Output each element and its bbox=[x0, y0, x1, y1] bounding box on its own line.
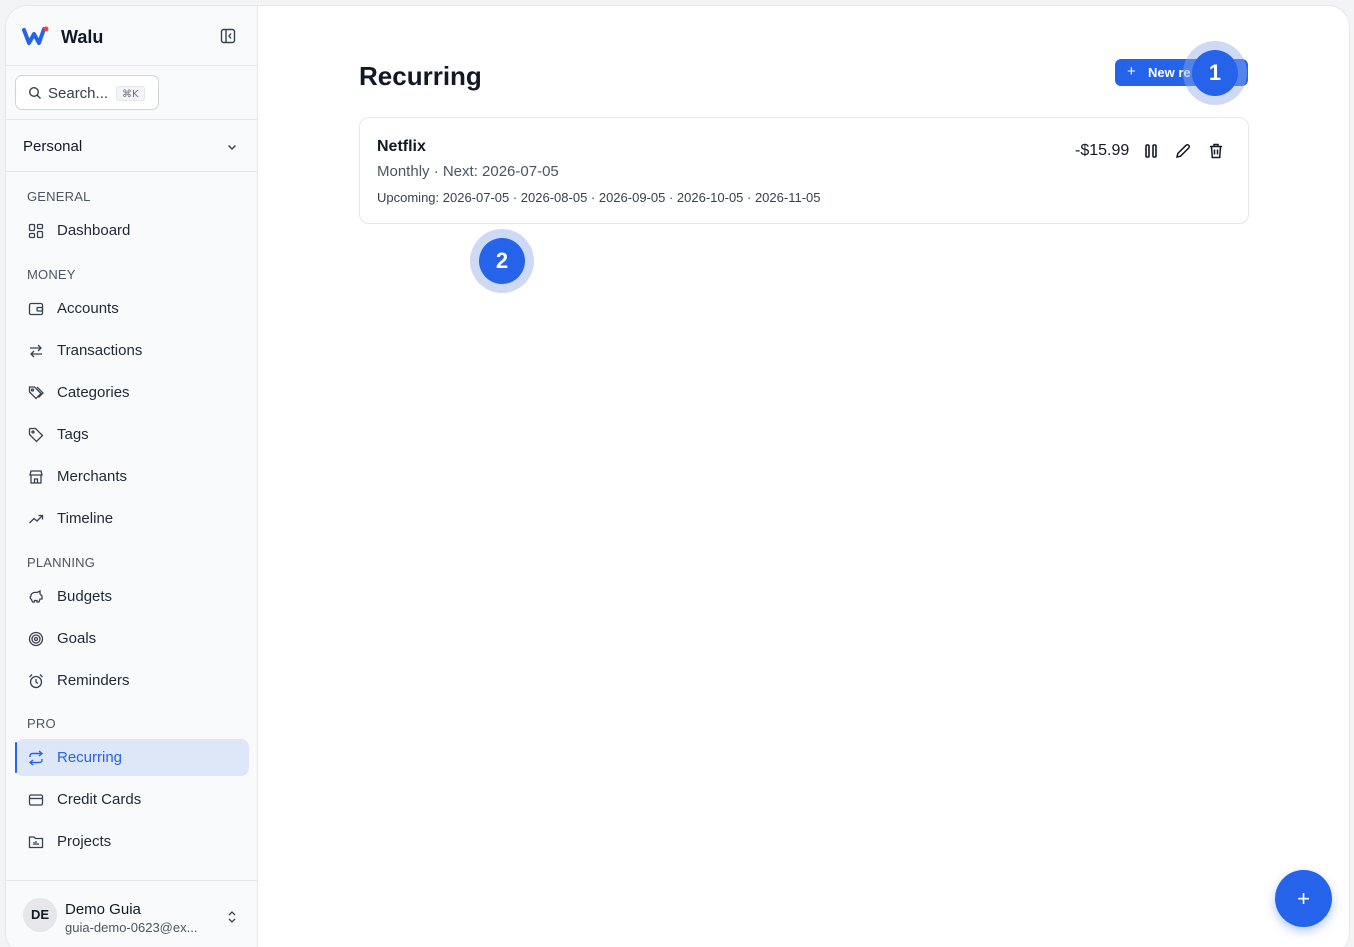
sidebar-item-label: Projects bbox=[57, 833, 112, 850]
alarm-clock-icon bbox=[28, 673, 44, 689]
section-pro: PRO bbox=[27, 716, 56, 731]
sidebar-item-label: Tags bbox=[57, 426, 89, 443]
brand-header: Walu bbox=[6, 6, 258, 66]
search-icon bbox=[28, 86, 42, 100]
step-marker-1: 1 bbox=[1192, 50, 1238, 96]
chevron-down-icon bbox=[226, 141, 238, 153]
tag-icon bbox=[28, 427, 44, 443]
trash-icon[interactable] bbox=[1207, 142, 1225, 160]
tags-icon bbox=[28, 385, 44, 401]
sidebar-item-accounts[interactable]: Accounts bbox=[15, 290, 249, 327]
sidebar-item-label: Credit Cards bbox=[57, 791, 142, 808]
avatar: DE bbox=[23, 898, 57, 932]
edit-pencil-icon[interactable] bbox=[1174, 142, 1192, 160]
user-name: Demo Guia bbox=[65, 901, 141, 918]
workspace-label: Personal bbox=[23, 138, 83, 155]
recurring-card[interactable]: Netflix Monthly · Next: 2026-07-05 Upcom… bbox=[359, 117, 1249, 224]
arrows-left-right-icon bbox=[28, 343, 44, 359]
folder-icon bbox=[28, 834, 44, 850]
dashboard-icon bbox=[28, 223, 44, 239]
sidebar-item-label: Budgets bbox=[57, 588, 113, 605]
sidebar-item-label: Dashboard bbox=[57, 222, 131, 239]
step-marker-2: 2 bbox=[479, 238, 525, 284]
section-money: MONEY bbox=[27, 267, 76, 282]
sidebar-item-reminders[interactable]: Reminders bbox=[15, 662, 249, 699]
sidebar-item-projects[interactable]: Projects bbox=[15, 823, 249, 860]
user-menu[interactable]: DE Demo Guia guia-demo-0623@ex... bbox=[6, 880, 258, 947]
sidebar-item-goals[interactable]: Goals bbox=[15, 620, 249, 657]
wallet-icon bbox=[28, 301, 44, 317]
sidebar: Walu Search... ⌘K Personal GENERAL Dashb… bbox=[6, 6, 258, 947]
app-window: Walu Search... ⌘K Personal GENERAL Dashb… bbox=[5, 5, 1350, 947]
page-title: Recurring bbox=[359, 61, 482, 91]
sidebar-collapse-icon[interactable] bbox=[220, 28, 236, 44]
sidebar-item-label: Merchants bbox=[57, 468, 128, 485]
piggy-bank-icon bbox=[28, 589, 44, 605]
app-name: Walu bbox=[61, 27, 104, 47]
credit-card-icon bbox=[28, 792, 44, 808]
search-placeholder: Search... bbox=[48, 85, 109, 102]
trend-up-icon bbox=[28, 511, 44, 527]
chevron-up-down-icon bbox=[226, 910, 238, 924]
sidebar-item-timeline[interactable]: Timeline bbox=[15, 500, 249, 537]
add-fab-button[interactable]: + bbox=[1275, 870, 1332, 927]
plus-icon: + bbox=[1127, 63, 1136, 80]
sidebar-item-label: Reminders bbox=[57, 672, 130, 689]
sidebar-item-recurring[interactable]: Recurring bbox=[15, 739, 249, 776]
sidebar-item-label: Timeline bbox=[57, 510, 114, 527]
new-recurring-label: New re bbox=[1148, 65, 1191, 80]
search-input[interactable]: Search... ⌘K bbox=[15, 75, 159, 110]
sidebar-item-label: Transactions bbox=[57, 342, 143, 359]
recurring-name: Netflix bbox=[377, 138, 426, 155]
sidebar-item-budgets[interactable]: Budgets bbox=[15, 578, 249, 615]
sidebar-item-dashboard[interactable]: Dashboard bbox=[15, 212, 249, 249]
recurring-amount: -$15.99 bbox=[1075, 142, 1130, 159]
sidebar-item-label: Goals bbox=[57, 630, 97, 647]
workspace-selector[interactable]: Personal bbox=[6, 119, 258, 172]
sidebar-item-categories[interactable]: Categories bbox=[15, 374, 249, 411]
recurring-upcoming: Upcoming: 2026-07-05 · 2026-08-05 · 2026… bbox=[377, 190, 821, 205]
sidebar-item-transactions[interactable]: Transactions bbox=[15, 332, 249, 369]
sidebar-item-tags[interactable]: Tags bbox=[15, 416, 249, 453]
store-icon bbox=[28, 469, 44, 485]
sidebar-item-merchants[interactable]: Merchants bbox=[15, 458, 249, 495]
section-general: GENERAL bbox=[27, 189, 91, 204]
sidebar-item-label: Accounts bbox=[57, 300, 119, 317]
sidebar-item-label: Categories bbox=[57, 384, 130, 401]
sidebar-item-credit-cards[interactable]: Credit Cards bbox=[15, 781, 249, 818]
section-planning: PLANNING bbox=[27, 555, 96, 570]
walu-logo-icon bbox=[22, 26, 50, 46]
sidebar-item-label: Recurring bbox=[57, 749, 123, 766]
user-email: guia-demo-0623@ex... bbox=[65, 920, 198, 935]
recurring-schedule: Monthly · Next: 2026-07-05 bbox=[377, 163, 559, 180]
search-shortcut: ⌘K bbox=[116, 86, 145, 101]
target-icon bbox=[28, 631, 44, 647]
pause-icon[interactable] bbox=[1142, 142, 1160, 160]
repeat-icon bbox=[28, 750, 44, 766]
